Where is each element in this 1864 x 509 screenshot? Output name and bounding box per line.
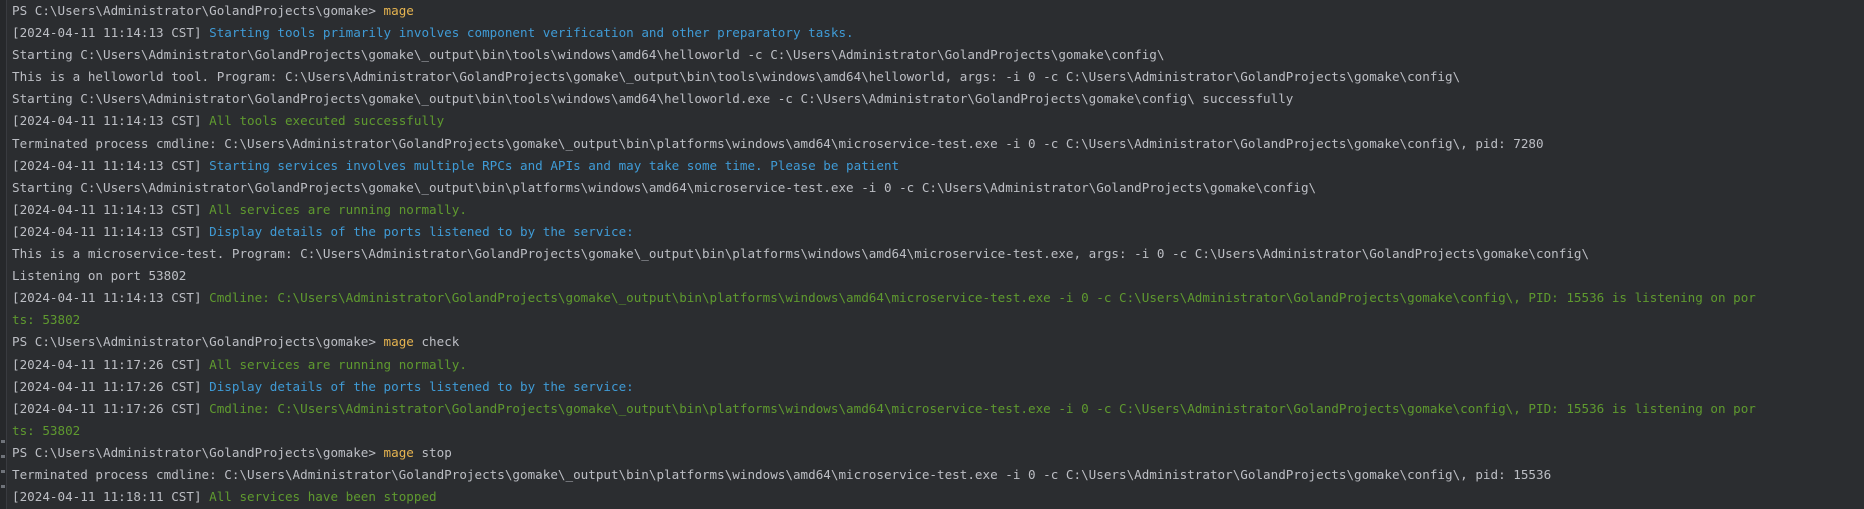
- terminal-text: Starting tools primarily involves compon…: [209, 25, 854, 41]
- terminal-text: Starting services involves multiple RPCs…: [209, 157, 900, 173]
- terminal-text: Display details of the ports listened to…: [209, 378, 634, 394]
- command-text: mage: [383, 3, 414, 18]
- terminal-text: PS C:\Users\Administrator\GolandProjects…: [12, 3, 384, 18]
- terminal-text: Terminated process cmdline: C:\Users\Adm…: [12, 135, 1544, 151]
- terminal-line: [2024-04-11 11:14:13 CST] Cmdline: C:\Us…: [12, 287, 1864, 309]
- terminal-line: Starting C:\Users\Administrator\GolandPr…: [12, 88, 1864, 110]
- terminal-text: [2024-04-11 11:14:13 CST]: [12, 157, 210, 173]
- terminal-line: ts: 53802: [12, 309, 1864, 331]
- gutter-marker: [1, 485, 5, 488]
- terminal-text: This is a microservice-test. Program: C:…: [12, 246, 1590, 262]
- terminal-line: [2024-04-11 11:14:13 CST] All services a…: [12, 199, 1864, 221]
- terminal-line: PS C:\Users\Administrator\GolandProjects…: [12, 442, 1864, 464]
- terminal-text: Starting C:\Users\Administrator\GolandPr…: [12, 91, 1294, 107]
- terminal-line: Starting C:\Users\Administrator\GolandPr…: [12, 44, 1864, 66]
- terminal-text: [2024-04-11 11:18:11 CST]: [12, 489, 210, 505]
- terminal-text: Cmdline: C:\Users\Administrator\GolandPr…: [209, 400, 1756, 416]
- command-text: mage: [383, 334, 414, 350]
- terminal-line: [2024-04-11 11:17:26 CST] All services a…: [12, 354, 1864, 376]
- terminal-text: This is a helloworld tool. Program: C:\U…: [12, 69, 1461, 85]
- terminal-line: [2024-04-11 11:14:13 CST] Display detail…: [12, 221, 1864, 243]
- terminal-text: [2024-04-11 11:14:13 CST]: [12, 223, 210, 239]
- terminal-text: [2024-04-11 11:14:13 CST]: [12, 201, 210, 217]
- terminal-line: [2024-04-11 11:14:13 CST] Starting tools…: [12, 22, 1864, 44]
- terminal-line: This is a helloworld tool. Program: C:\U…: [12, 66, 1864, 88]
- terminal-line: PS C:\Users\Administrator\GolandProjects…: [12, 0, 1864, 22]
- terminal-text: Cmdline: C:\Users\Administrator\GolandPr…: [209, 290, 1756, 306]
- terminal-line: Terminated process cmdline: C:\Users\Adm…: [12, 464, 1864, 486]
- terminal-line: [2024-04-11 11:17:26 CST] Cmdline: C:\Us…: [12, 398, 1864, 420]
- terminal-text: All services are running normally.: [209, 356, 467, 372]
- terminal-text: All services are running normally.: [209, 201, 467, 217]
- terminal-text: [2024-04-11 11:14:13 CST]: [12, 113, 210, 129]
- gutter-marker: [1, 455, 5, 458]
- terminal-output[interactable]: PS C:\Users\Administrator\GolandProjects…: [12, 0, 1864, 508]
- gutter-marker: [1, 470, 5, 473]
- terminal-text: All tools executed successfully: [209, 113, 445, 129]
- terminal-text: [2024-04-11 11:17:26 CST]: [12, 356, 210, 372]
- terminal-line: Terminated process cmdline: C:\Users\Adm…: [12, 133, 1864, 155]
- terminal-line: [2024-04-11 11:17:26 CST] Display detail…: [12, 376, 1864, 398]
- terminal-line: Starting C:\Users\Administrator\GolandPr…: [12, 177, 1864, 199]
- terminal-text: Listening on port 53802: [12, 268, 187, 284]
- terminal-line: [2024-04-11 11:14:13 CST] All tools exec…: [12, 110, 1864, 132]
- terminal-text: check: [413, 334, 460, 350]
- terminal-gutter: [0, 0, 7, 509]
- terminal-text: All services have been stopped: [209, 489, 437, 505]
- terminal-text: Terminated process cmdline: C:\Users\Adm…: [12, 466, 1552, 482]
- gutter-marker: [1, 440, 5, 443]
- terminal-line: Listening on port 53802: [12, 265, 1864, 287]
- terminal-panel[interactable]: PS C:\Users\Administrator\GolandProjects…: [0, 0, 1864, 509]
- terminal-line: ts: 53802: [12, 420, 1864, 442]
- terminal-line: This is a microservice-test. Program: C:…: [12, 243, 1864, 265]
- terminal-text: [2024-04-11 11:17:26 CST]: [12, 400, 210, 416]
- command-text: mage: [383, 444, 414, 460]
- terminal-text: ts: 53802: [12, 422, 81, 438]
- terminal-text: Starting C:\Users\Administrator\GolandPr…: [12, 47, 1165, 63]
- terminal-text: stop: [413, 444, 452, 460]
- terminal-text: PS C:\Users\Administrator\GolandProjects…: [12, 334, 384, 350]
- terminal-text: ts: 53802: [12, 312, 81, 328]
- terminal-text: Starting C:\Users\Administrator\GolandPr…: [12, 179, 1317, 195]
- terminal-line: [2024-04-11 11:18:11 CST] All services h…: [12, 486, 1864, 508]
- terminal-text: [2024-04-11 11:17:26 CST]: [12, 378, 210, 394]
- terminal-line: [2024-04-11 11:14:13 CST] Starting servi…: [12, 155, 1864, 177]
- terminal-text: [2024-04-11 11:14:13 CST]: [12, 25, 210, 41]
- terminal-text: [2024-04-11 11:14:13 CST]: [12, 290, 210, 306]
- terminal-text: PS C:\Users\Administrator\GolandProjects…: [12, 444, 384, 460]
- terminal-line: PS C:\Users\Administrator\GolandProjects…: [12, 331, 1864, 353]
- terminal-text: Display details of the ports listened to…: [209, 223, 634, 239]
